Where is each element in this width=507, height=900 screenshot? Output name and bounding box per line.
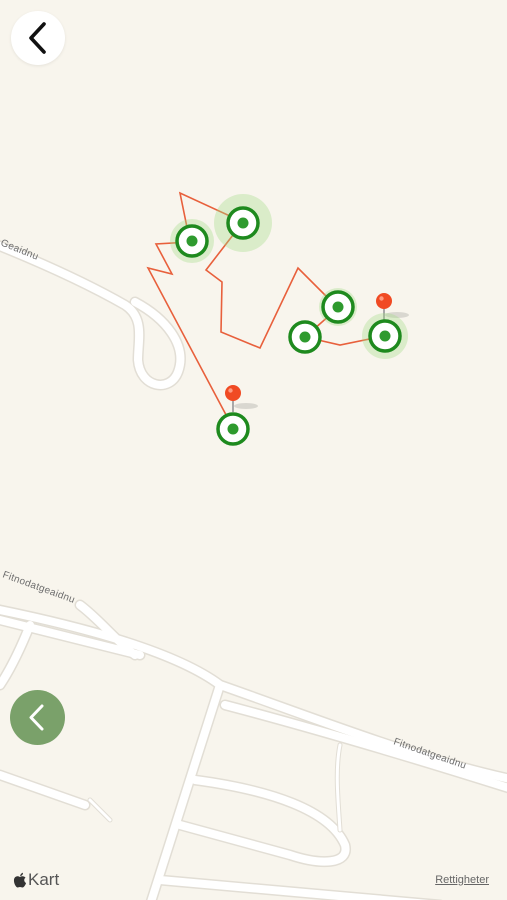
- pin-shadow: [234, 403, 258, 409]
- waypoint-marker[interactable]: [319, 288, 357, 326]
- chevron-left-icon: [29, 22, 46, 54]
- legal-link[interactable]: Rettigheter: [435, 874, 489, 886]
- map-brand-label: Kart: [28, 870, 60, 889]
- pin-head: [376, 293, 392, 309]
- road-network: [0, 240, 507, 900]
- chevron-left-icon: [29, 704, 44, 731]
- waypoint-marker[interactable]: [216, 412, 250, 446]
- pin-head: [225, 385, 241, 401]
- map-canvas[interactable]: Geaidnu Fitnodatgeaidnu Fitnodatgeaidnu: [0, 0, 507, 900]
- waypoint-marker[interactable]: [170, 219, 214, 263]
- waypoint-marker[interactable]: [362, 313, 408, 359]
- street-label-fitnodatgeaidnu-west: Fitnodatgeaidnu: [1, 569, 76, 605]
- back-button[interactable]: [11, 11, 65, 65]
- start-pin[interactable]: [225, 385, 258, 412]
- previous-button[interactable]: [10, 690, 65, 745]
- map-attribution: Kart: [13, 870, 59, 890]
- waypoint-marker[interactable]: [214, 194, 272, 252]
- apple-logo-icon: [13, 872, 26, 887]
- waypoint-marker[interactable]: [288, 320, 322, 354]
